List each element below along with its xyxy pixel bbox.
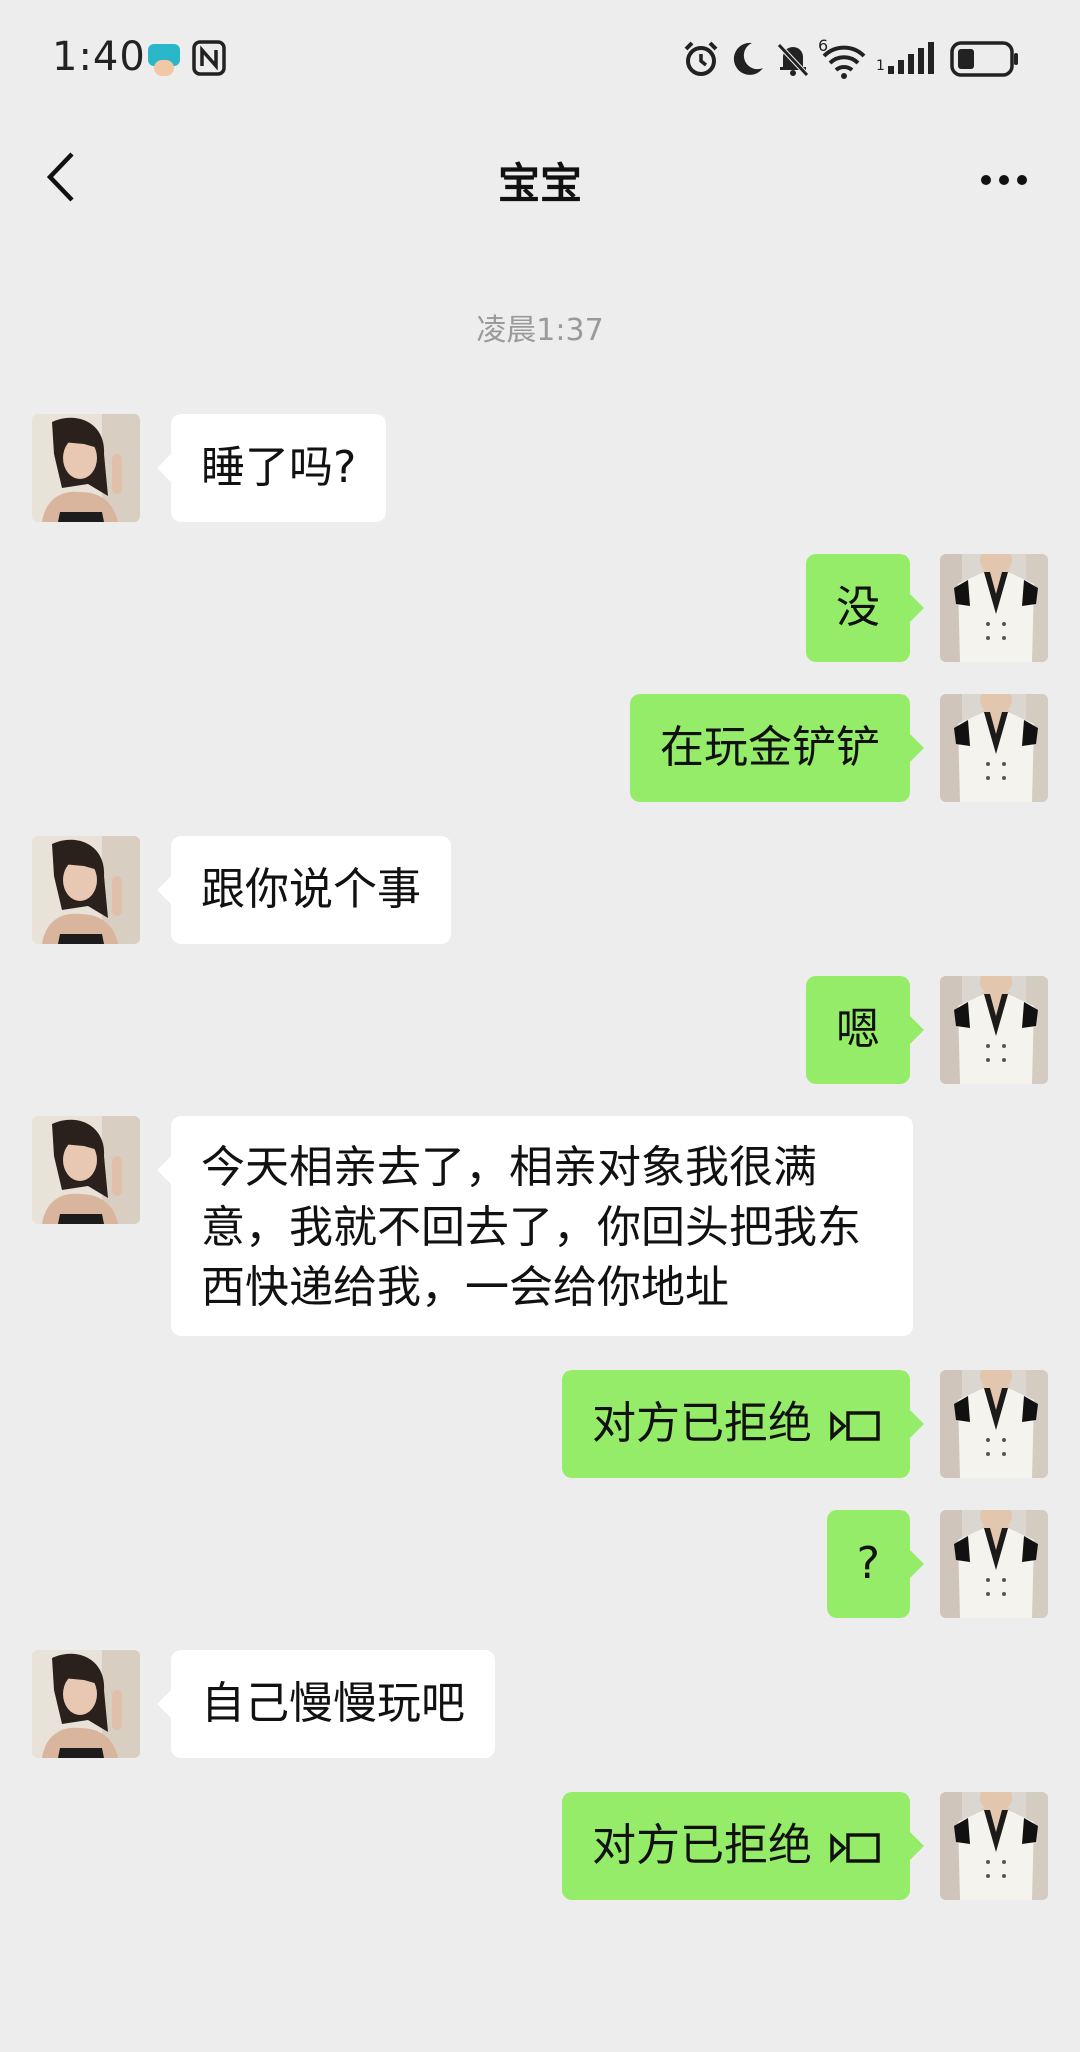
my-avatar[interactable] — [940, 976, 1048, 1084]
video-call-icon — [830, 1411, 880, 1441]
contact-avatar[interactable] — [32, 836, 140, 944]
contact-avatar[interactable] — [32, 414, 140, 522]
message-bubble-outgoing[interactable]: 没 — [806, 554, 924, 662]
message-timestamp: 凌晨1:37 — [476, 313, 604, 348]
svg-text:1: 1 — [876, 58, 885, 74]
rejected-call-text: 对方已拒绝 — [592, 1398, 812, 1449]
message-bubble-outgoing[interactable]: 嗯 — [806, 976, 924, 1084]
rejected-call-bubble[interactable]: 对方已拒绝 — [562, 1370, 924, 1478]
app-notification-icon — [148, 44, 180, 76]
nfc-icon — [192, 40, 226, 76]
my-avatar[interactable] — [940, 1510, 1048, 1618]
chat-title: 宝宝 — [497, 159, 582, 208]
message-bubble-incoming[interactable]: 今天相亲去了，相亲对象我很满意，我就不回去了，你回头把我东西快递给我，一会给你地… — [157, 1116, 913, 1336]
alarm-icon — [684, 41, 718, 76]
rejected-call-text: 对方已拒绝 — [592, 1820, 812, 1871]
contact-avatar[interactable] — [32, 1116, 140, 1224]
message-bubble-outgoing[interactable]: ? — [826, 1510, 925, 1618]
my-avatar[interactable] — [940, 554, 1048, 662]
message-bubble-incoming[interactable]: 跟你说个事 — [157, 836, 451, 944]
video-call-icon — [830, 1833, 880, 1863]
message-bubble-outgoing[interactable]: 在玩金铲铲 — [630, 694, 924, 802]
my-avatar[interactable] — [940, 1792, 1048, 1900]
my-avatar[interactable] — [940, 1370, 1048, 1478]
more-button[interactable] — [980, 174, 1028, 186]
status-bar: 1:40 6 1 — [0, 0, 1080, 120]
mute-icon — [777, 43, 809, 77]
wifi-label: 6 — [818, 36, 829, 55]
message-bubble-incoming[interactable]: 睡了吗? — [156, 414, 387, 522]
message-bubble-incoming[interactable]: 自己慢慢玩吧 — [157, 1650, 495, 1758]
contact-avatar[interactable] — [32, 1650, 140, 1758]
battery-icon — [950, 41, 1018, 77]
chat-header: 宝宝 — [0, 120, 1080, 230]
rejected-call-bubble[interactable]: 对方已拒绝 — [562, 1792, 924, 1900]
status-time: 1:40 — [52, 34, 146, 80]
signal-icon: 1 — [876, 42, 934, 74]
moon-icon — [733, 42, 763, 75]
my-avatar[interactable] — [940, 694, 1048, 802]
